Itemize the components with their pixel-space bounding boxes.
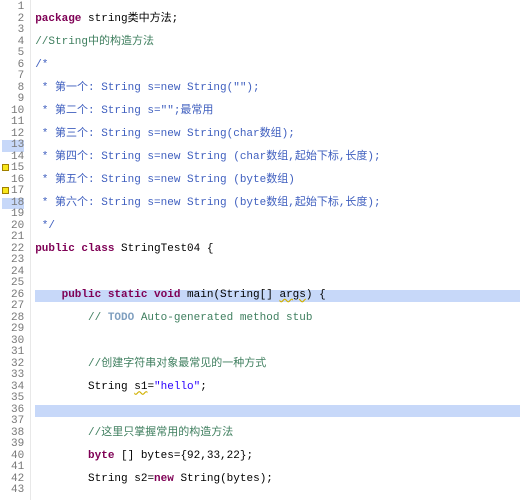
line-number: 23 (2, 255, 24, 267)
line-number: 15 (2, 163, 24, 175)
javadoc: */ (35, 220, 55, 232)
var: bytes (141, 450, 174, 462)
code-line[interactable]: // TODO Auto-generated method stub (35, 313, 520, 325)
comment: // (88, 312, 108, 324)
line-number: 1 (2, 2, 24, 14)
comment: //创建字符串对象最常见的一种方式 (88, 358, 266, 370)
keyword: new (154, 473, 174, 485)
param: args (279, 289, 305, 301)
line-number: 35 (2, 393, 24, 405)
line-number: 43 (2, 485, 24, 497)
line-number-gutter: 1 2 3 4 5 6 7 8 9 10 11 12 13 14 15 16 1… (0, 0, 31, 500)
code-line[interactable]: public class StringTest04 { (35, 244, 520, 256)
line-number: 17 (2, 186, 24, 198)
code-line[interactable]: * 第六个: String s=new String (byte数组,起始下标,… (35, 198, 520, 210)
code-line[interactable]: byte [] bytes={92,33,22}; (35, 451, 520, 463)
warning-icon (2, 187, 9, 194)
method-sig: main(String[] (180, 289, 279, 301)
line-number: 19 (2, 209, 24, 221)
code-line[interactable]: * 第四个: String s=new String (char数组,起始下标,… (35, 152, 520, 164)
blank-line[interactable] (35, 336, 520, 348)
blank-line[interactable] (35, 267, 520, 279)
line-number: 29 (2, 324, 24, 336)
code-line-highlight[interactable]: public static void main(String[] args) { (35, 290, 520, 302)
comment: //String中的构造方法 (35, 36, 154, 48)
type: String (88, 381, 134, 393)
comment: //这里只掌握常用的构造方法 (88, 427, 233, 439)
line-number: 25 (2, 278, 24, 290)
javadoc: * 第五个: String s=new String (byte数组) (35, 174, 295, 186)
text: [] (114, 450, 140, 462)
line-number: 33 (2, 370, 24, 382)
line-number: 21 (2, 232, 24, 244)
code-line[interactable]: * 第五个: String s=new String (byte数组) (35, 175, 520, 187)
var: s2 (134, 473, 147, 485)
javadoc: * 第四个: String s=new String (char数组,起始下标,… (35, 151, 380, 163)
line-number: 31 (2, 347, 24, 359)
class-name: StringTest04 (121, 243, 200, 255)
text: String( (174, 473, 227, 485)
line-number: 27 (2, 301, 24, 313)
code-line[interactable]: /* (35, 60, 520, 72)
var: bytes (227, 473, 260, 485)
line-number: 9 (2, 94, 24, 106)
text: ); (260, 473, 273, 485)
code-line[interactable]: * 第一个: String s=new String(""); (35, 83, 520, 95)
keyword: byte (88, 450, 114, 462)
code-line[interactable]: //这里只掌握常用的构造方法 (35, 428, 520, 440)
package-name: string类中方法; (88, 13, 178, 25)
line-number: 39 (2, 439, 24, 451)
var: s1 (134, 381, 147, 393)
javadoc: * 第二个: String s="";最常用 (35, 105, 213, 117)
type: String (88, 473, 134, 485)
warning-icon (2, 164, 9, 171)
code-line[interactable]: String s1="hello"; (35, 382, 520, 394)
keyword: public static void (62, 289, 181, 301)
javadoc: * 第一个: String s=new String(""); (35, 82, 259, 94)
javadoc: /* (35, 59, 48, 71)
comment: Auto-generated method stub (134, 312, 312, 324)
line-number: 41 (2, 462, 24, 474)
brace: { (200, 243, 213, 255)
javadoc: * 第六个: String s=new String (byte数组,起始下标,… (35, 197, 380, 209)
line-number: 7 (2, 71, 24, 83)
line-number: 3 (2, 25, 24, 37)
string-literal: "hello" (154, 381, 200, 393)
code-line[interactable]: * 第三个: String s=new String(char数组); (35, 129, 520, 141)
semi: ; (200, 381, 207, 393)
code-line[interactable]: //String中的构造方法 (35, 37, 520, 49)
code-line[interactable]: package string类中方法; (35, 14, 520, 26)
keyword: public class (35, 243, 114, 255)
line-number: 37 (2, 416, 24, 428)
line-number: 11 (2, 117, 24, 129)
code-editor[interactable]: package string类中方法; //String中的构造方法 /* * … (31, 0, 520, 500)
line-number: 5 (2, 48, 24, 60)
code-line-highlight[interactable] (35, 405, 520, 417)
keyword: package (35, 13, 81, 25)
todo-tag: TODO (108, 312, 134, 324)
code-line[interactable]: */ (35, 221, 520, 233)
text: ={92,33,22}; (174, 450, 253, 462)
code-line[interactable]: String s2=new String(bytes); (35, 474, 520, 486)
brace: ) { (306, 289, 326, 301)
line-number: 13 (2, 140, 24, 152)
code-line[interactable]: * 第二个: String s="";最常用 (35, 106, 520, 118)
code-line[interactable]: //创建字符串对象最常见的一种方式 (35, 359, 520, 371)
javadoc: * 第三个: String s=new String(char数组); (35, 128, 295, 140)
